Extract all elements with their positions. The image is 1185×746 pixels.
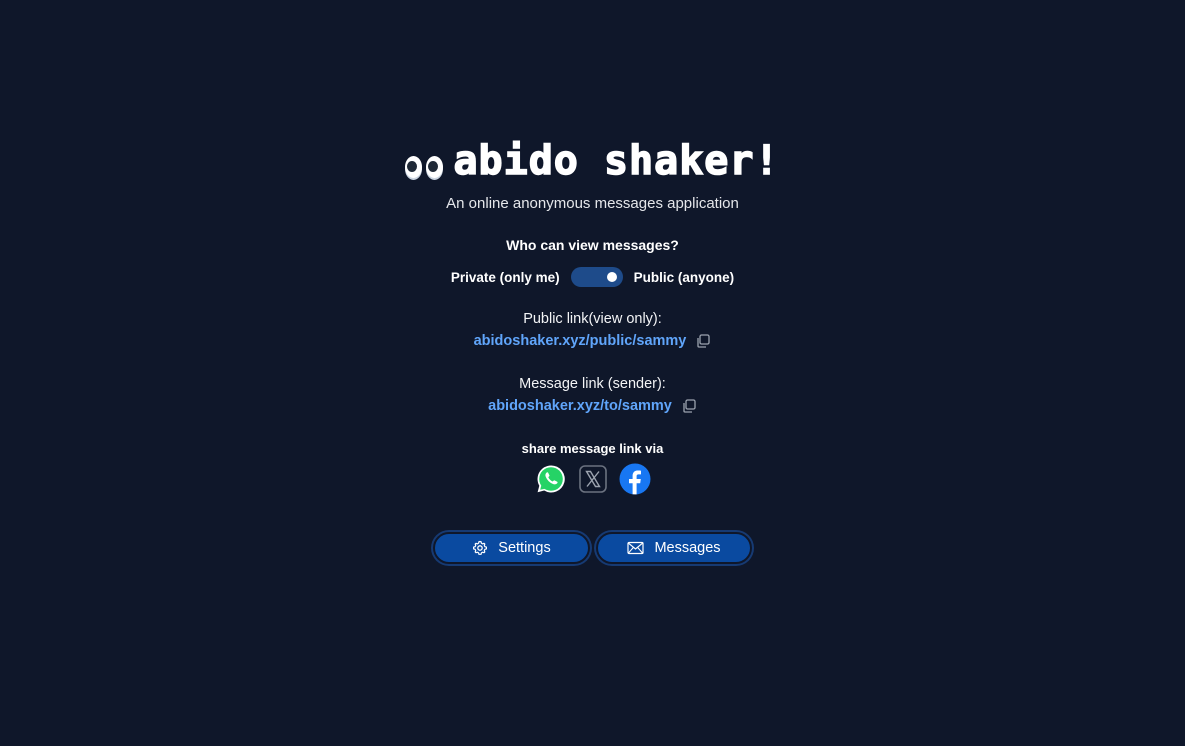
- eyes-icon: [405, 156, 444, 178]
- private-label: Private (only me): [450, 269, 560, 285]
- messages-button[interactable]: Messages: [596, 532, 752, 564]
- tagline: An online anonymous messages application: [446, 195, 739, 212]
- whatsapp-icon[interactable]: [535, 463, 567, 495]
- settings-button[interactable]: Settings: [433, 532, 590, 564]
- visibility-switch[interactable]: [570, 267, 623, 287]
- copy-icon[interactable]: [695, 333, 711, 349]
- logo-text: abido shaker!: [453, 138, 780, 184]
- public-link[interactable]: abidoshaker.xyz/public/sammy: [474, 333, 687, 349]
- message-link-label: Message link (sender):: [519, 376, 666, 392]
- switch-knob: [606, 272, 617, 282]
- facebook-icon[interactable]: [619, 463, 651, 495]
- visibility-question: Who can view messages?: [506, 237, 679, 253]
- messages-label: Messages: [654, 540, 721, 556]
- public-link-row: abidoshaker.xyz/public/sammy: [0, 333, 1185, 349]
- app-logo: abido shaker!: [0, 132, 1185, 190]
- public-label: Public (anyone): [633, 269, 735, 285]
- action-buttons: Settings Messages: [0, 532, 1185, 564]
- copy-icon[interactable]: [681, 398, 697, 414]
- envelope-icon: [627, 541, 645, 555]
- message-link[interactable]: abidoshaker.xyz/to/sammy: [488, 398, 672, 414]
- share-buttons: [0, 463, 1185, 495]
- public-link-label: Public link(view only):: [523, 311, 662, 327]
- gear-icon: [473, 540, 488, 555]
- settings-label: Settings: [498, 540, 551, 556]
- x-icon[interactable]: [577, 463, 609, 495]
- visibility-toggle-row: Private (only me) Public (anyone): [0, 267, 1185, 287]
- app-page: abido shaker! An online anonymous messag…: [0, 0, 1185, 746]
- message-link-row: abidoshaker.xyz/to/sammy: [0, 398, 1185, 414]
- share-label: share message link via: [521, 441, 664, 456]
